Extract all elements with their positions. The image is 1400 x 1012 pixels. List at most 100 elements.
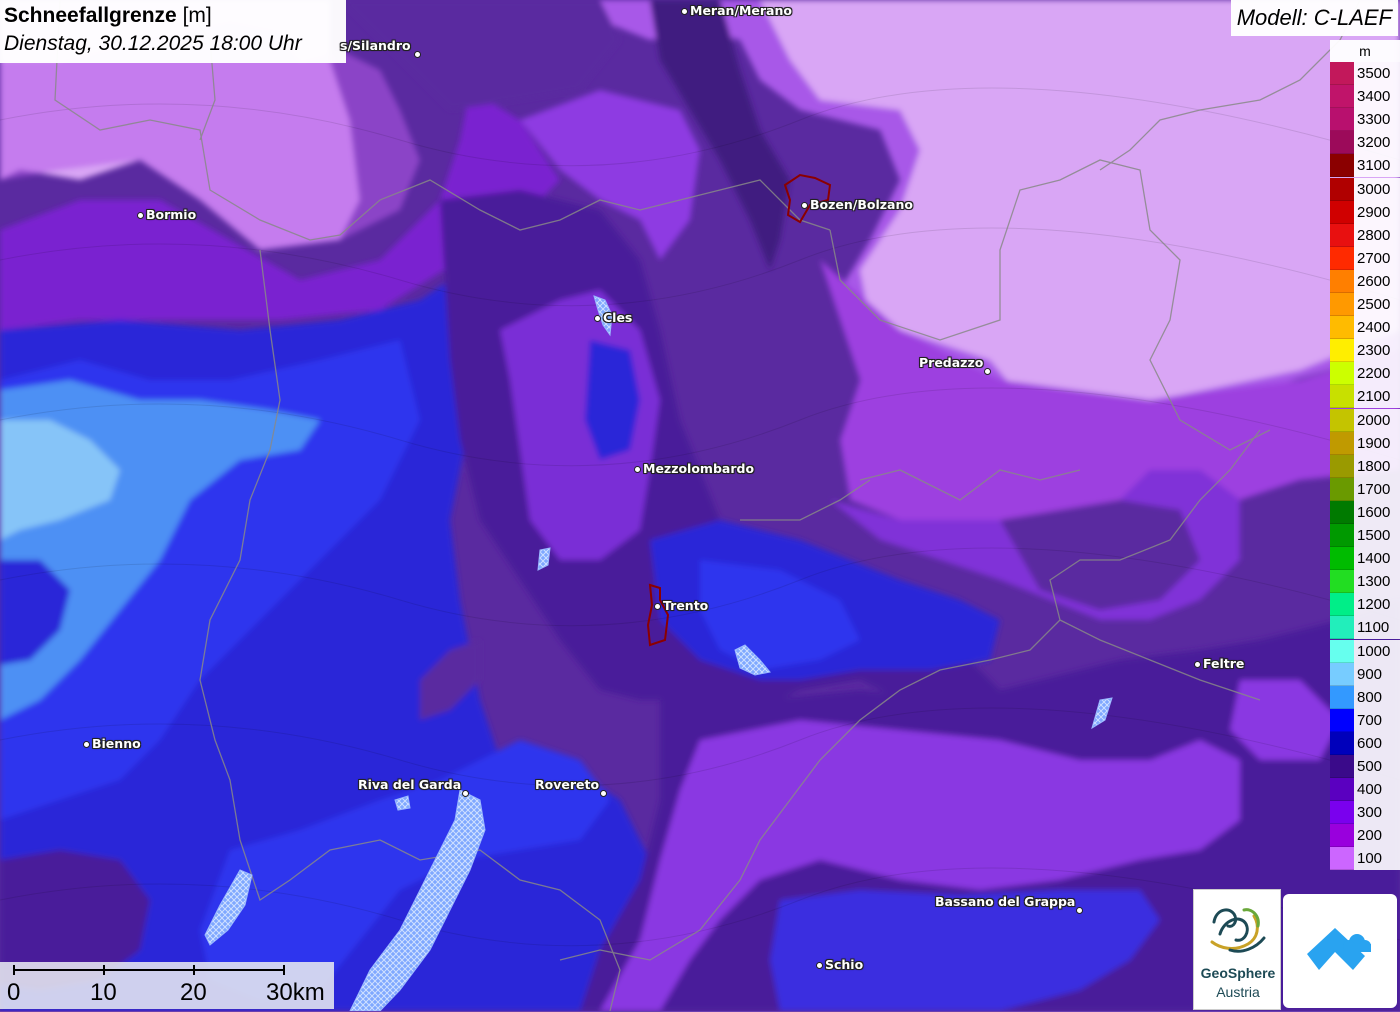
- legend-swatch: [1330, 708, 1354, 732]
- legend-swatch: [1330, 616, 1354, 640]
- legend-label: 1900: [1354, 431, 1400, 455]
- weather-app-logo[interactable]: [1283, 894, 1397, 1008]
- city-label[interactable]: Rovereto: [535, 777, 599, 792]
- city-marker[interactable]: [983, 367, 991, 375]
- city-label[interactable]: Bozen/Bolzano: [810, 197, 913, 212]
- legend-label: 2400: [1354, 316, 1400, 340]
- legend-swatch: [1330, 662, 1354, 686]
- city-label[interactable]: Bienno: [92, 736, 141, 751]
- city-marker[interactable]: [633, 465, 641, 473]
- legend-entry: 3300: [1330, 108, 1400, 132]
- legend-entry: 1000: [1330, 639, 1400, 663]
- legend-entry: 2400: [1330, 316, 1400, 340]
- city-marker[interactable]: [136, 211, 144, 219]
- legend-swatch: [1330, 824, 1354, 848]
- legend-entry: 2300: [1330, 339, 1400, 363]
- map-datetime: Dienstag, 30.12.2025 18:00 Uhr: [4, 32, 302, 55]
- city-label[interactable]: Bormio: [146, 207, 196, 222]
- legend-entry: 1200: [1330, 593, 1400, 617]
- city-marker[interactable]: [680, 7, 688, 15]
- legend-swatch: [1330, 454, 1354, 478]
- legend-label: 2200: [1354, 362, 1400, 386]
- legend-label: 3200: [1354, 131, 1400, 155]
- city-label[interactable]: Trento: [663, 598, 708, 613]
- model-label: Modell: C-LAEF: [1230, 0, 1398, 36]
- city-label[interactable]: Mezzolombardo: [643, 461, 754, 476]
- legend-entry: 400: [1330, 778, 1400, 802]
- legend-entry: 2700: [1330, 246, 1400, 270]
- legend-entry: 600: [1330, 731, 1400, 755]
- legend-entry: 2600: [1330, 269, 1400, 293]
- legend-swatch: [1330, 131, 1354, 155]
- legend-entry: 1300: [1330, 570, 1400, 594]
- city-label[interactable]: Meran/Merano: [690, 3, 792, 18]
- city-label[interactable]: Riva del Garda: [358, 777, 461, 792]
- legend-entry: 2900: [1330, 200, 1400, 224]
- city-label[interactable]: Feltre: [1203, 656, 1244, 671]
- legend-label: 2100: [1354, 385, 1400, 409]
- legend-label: 2500: [1354, 293, 1400, 316]
- city-marker[interactable]: [1075, 906, 1083, 914]
- legend-label: 2900: [1354, 200, 1400, 224]
- legend-swatch: [1330, 778, 1354, 802]
- legend-unit: m: [1330, 40, 1400, 62]
- city-label[interactable]: Cles: [603, 310, 632, 325]
- snowline-map[interactable]: [0, 0, 1400, 1011]
- city-marker[interactable]: [800, 201, 808, 209]
- legend-label: 500: [1354, 755, 1400, 778]
- city-marker[interactable]: [1193, 660, 1201, 668]
- legend-label: 1100: [1354, 616, 1400, 640]
- city-marker[interactable]: [82, 740, 90, 748]
- geosphere-logo[interactable]: GeoSphere Austria: [1193, 889, 1281, 1010]
- city-marker[interactable]: [593, 314, 601, 322]
- scale-label-10: 10: [90, 979, 117, 1006]
- legend-entry: 2200: [1330, 362, 1400, 386]
- legend-entry: 2100: [1330, 385, 1400, 409]
- legend-entry: 1400: [1330, 547, 1400, 571]
- city-marker[interactable]: [413, 50, 421, 58]
- legend-swatch: [1330, 847, 1354, 871]
- legend-entry: 1500: [1330, 524, 1400, 547]
- legend-label: 900: [1354, 662, 1400, 686]
- city-label[interactable]: Predazzo: [919, 355, 983, 370]
- legend-label: 600: [1354, 731, 1400, 755]
- mountain-cloud-icon: [1307, 928, 1371, 970]
- legend-label: 3000: [1354, 177, 1400, 201]
- legend-swatch: [1330, 269, 1354, 293]
- legend-label: 1700: [1354, 477, 1400, 501]
- legend-entry: 1100: [1330, 616, 1400, 640]
- geosphere-logo-text: GeoSphere: [1200, 965, 1276, 981]
- scale-label-0: 0: [7, 979, 21, 1006]
- legend-swatch: [1330, 385, 1354, 409]
- scale-label-30km: 30km: [266, 979, 325, 1006]
- scale-bar: 0 10 20 30km: [0, 962, 334, 1009]
- legend-label: 2300: [1354, 339, 1400, 363]
- legend-entry: 200: [1330, 824, 1400, 848]
- legend-swatch: [1330, 639, 1354, 663]
- legend-entry: 3200: [1330, 131, 1400, 155]
- legend-entry: 3500: [1330, 62, 1400, 85]
- legend-entry: 800: [1330, 685, 1400, 709]
- legend-swatch: [1330, 223, 1354, 247]
- legend-entry: 300: [1330, 801, 1400, 825]
- legend-label: 3100: [1354, 154, 1400, 178]
- city-marker[interactable]: [653, 602, 661, 610]
- geosphere-mark-icon: [1210, 908, 1266, 953]
- legend-label: 800: [1354, 685, 1400, 709]
- legend-label: 1000: [1354, 639, 1400, 663]
- city-label[interactable]: Schio: [825, 957, 863, 972]
- city-marker[interactable]: [815, 961, 823, 969]
- legend-swatch: [1330, 731, 1354, 755]
- legend-swatch: [1330, 547, 1354, 571]
- legend-label: 700: [1354, 708, 1400, 732]
- city-label[interactable]: s/Silandro: [340, 38, 411, 53]
- color-legend: m 3500 3400 3300 3200 3100 3000 2900 2800 2700 26…: [1330, 40, 1400, 871]
- legend-swatch: [1330, 570, 1354, 594]
- city-marker[interactable]: [461, 789, 469, 797]
- legend-entry: 700: [1330, 708, 1400, 732]
- legend-swatch: [1330, 685, 1354, 709]
- city-label[interactable]: Bassano del Grappa: [935, 894, 1075, 909]
- legend-label: 2800: [1354, 223, 1400, 247]
- city-marker[interactable]: [599, 789, 607, 797]
- legend-label: 1200: [1354, 593, 1400, 617]
